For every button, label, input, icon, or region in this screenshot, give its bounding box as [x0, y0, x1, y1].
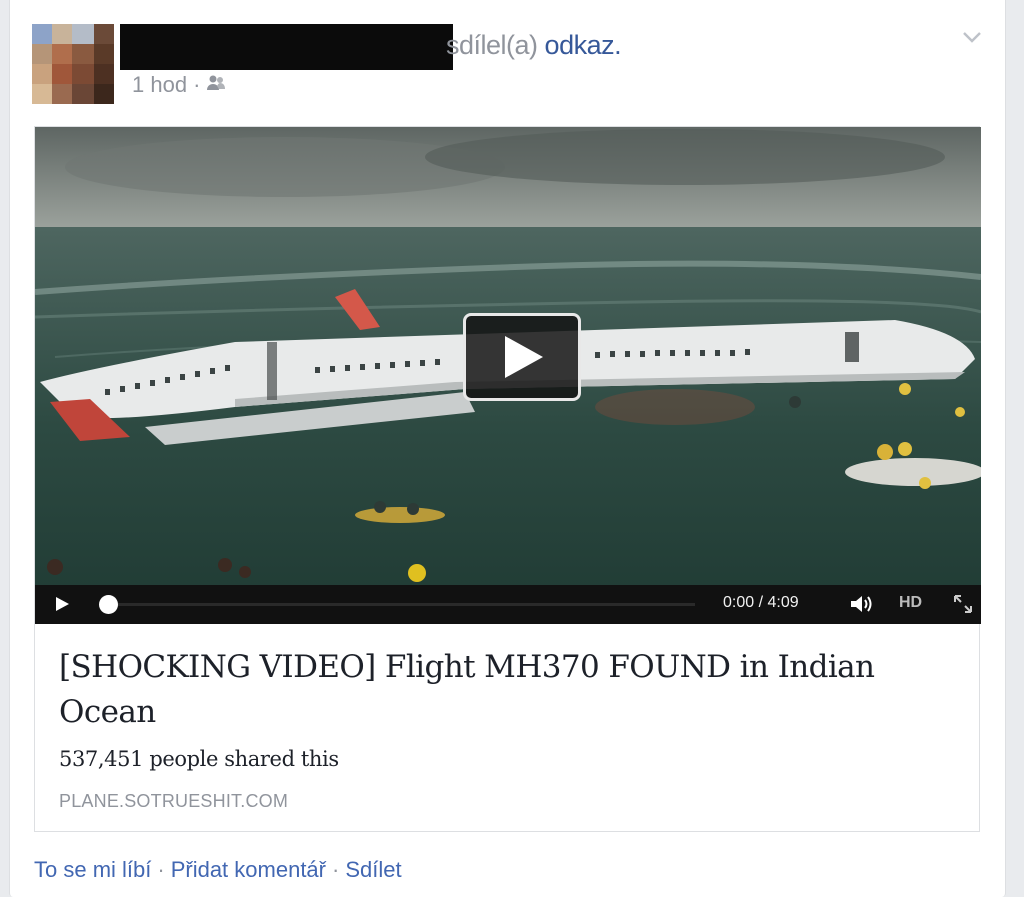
link-domain: PLANE.SOTRUESHIT.COM [59, 791, 289, 811]
share-link[interactable]: Sdílet [345, 857, 401, 882]
post-action-text: sdílel(a) odkaz. [446, 30, 622, 61]
video-time: 0:00 / 4:09 [723, 594, 799, 611]
post-meta: 1 hod · [132, 72, 226, 98]
friends-icon[interactable] [206, 72, 226, 98]
like-link[interactable]: To se mi líbí [34, 857, 151, 882]
avatar[interactable] [32, 24, 114, 104]
play-overlay-button[interactable] [463, 313, 581, 401]
chevron-down-icon[interactable] [961, 26, 983, 48]
link-info[interactable]: [SHOCKING VIDEO] Flight MH370 FOUND in I… [59, 645, 959, 812]
shared-link-anchor[interactable]: odkaz [545, 30, 615, 60]
video-controls: 0:00 / 4:09 HD [35, 585, 981, 624]
scrubber-handle[interactable] [99, 595, 118, 614]
fullscreen-icon[interactable] [953, 594, 973, 614]
feed-post-card: sdílel(a) odkaz. 1 hod · 0:00 / 4:09 HD … [9, 0, 1006, 897]
comment-link[interactable]: Přidat komentář [171, 857, 326, 882]
action-separator: · [157, 857, 165, 882]
action-separator: · [332, 857, 340, 882]
post-time[interactable]: 1 hod [132, 72, 187, 98]
action-verb: sdílel(a) [446, 30, 538, 60]
meta-separator: · [193, 72, 201, 97]
link-title[interactable]: [SHOCKING VIDEO] Flight MH370 FOUND in I… [59, 645, 959, 735]
share-count: 537,451 people shared this [59, 747, 339, 771]
play-icon [505, 336, 543, 378]
video-player[interactable]: 0:00 / 4:09 HD [35, 127, 981, 624]
hd-toggle[interactable]: HD [899, 594, 922, 612]
action-period: . [614, 30, 622, 60]
progress-track[interactable] [115, 603, 695, 606]
redacted-author-name [120, 24, 453, 70]
volume-icon[interactable] [849, 594, 875, 614]
link-attachment[interactable]: 0:00 / 4:09 HD [SHOCKING VIDEO] Flight M… [34, 126, 981, 832]
play-icon[interactable] [53, 595, 71, 613]
post-actions: To se mi líbí · Přidat komentář · Sdílet [34, 857, 402, 883]
